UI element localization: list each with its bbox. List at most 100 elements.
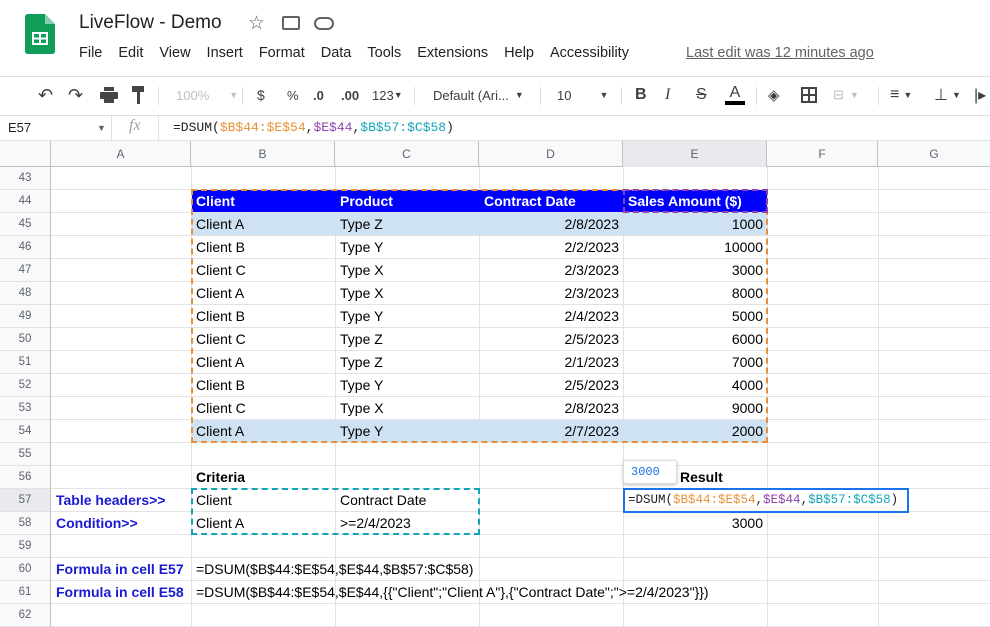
menu-bar: File Edit View Insert Format Data Tools … — [79, 45, 645, 65]
bold-button[interactable]: B — [635, 85, 647, 105]
chevron-down-icon: ▼ — [97, 123, 106, 133]
currency-button[interactable]: $ — [257, 85, 265, 105]
menu-data[interactable]: Data — [321, 45, 352, 65]
column-header-g[interactable]: G — [878, 141, 990, 167]
strikethrough-button[interactable]: S — [696, 85, 707, 105]
row-header[interactable]: 51 — [0, 351, 50, 374]
italic-button[interactable]: I — [665, 85, 670, 105]
row-header[interactable]: 55 — [0, 443, 50, 466]
column-header-f[interactable]: F — [767, 141, 878, 167]
row-header[interactable]: 44 — [0, 190, 50, 213]
active-cell-editor[interactable]: =DSUM($B$44:$E$54,$E$44,$B$57:$C$58) — [623, 488, 909, 513]
increase-decimal-button[interactable]: .00 — [341, 85, 359, 105]
row-header[interactable]: 46 — [0, 236, 50, 259]
result-title[interactable]: Result — [676, 466, 723, 489]
row-header-bar: 43 44 45 46 47 48 49 50 51 52 53 54 55 5… — [0, 167, 51, 627]
last-edit-link[interactable]: Last edit was 12 minutes ago — [686, 45, 874, 61]
criteria-range-highlight — [191, 488, 480, 535]
font-select[interactable]: Default (Ari... ▼ — [433, 85, 524, 105]
formula-prefix: =DSUM( — [173, 120, 220, 135]
column-header-b[interactable]: B — [191, 141, 335, 167]
move-folder-icon[interactable] — [282, 16, 300, 30]
vertical-align-icon[interactable]: ⊥ ▼ — [934, 85, 961, 105]
row-header[interactable]: 47 — [0, 259, 50, 282]
merge-cells-icon[interactable]: ⊟ ▼ — [833, 85, 859, 105]
formula-arg-database: $B$44:$E$54 — [219, 120, 306, 135]
formula-close: ) — [446, 120, 454, 135]
chevron-down-icon: ▼ — [599, 90, 609, 100]
formula-note-text-e58[interactable]: =DSUM($B$44:$E$54,$E$44,{{"Client";"Clie… — [192, 581, 709, 604]
row-header[interactable]: 59 — [0, 535, 50, 558]
formula-arg-criteria: $B$57:$C$58 — [360, 120, 447, 135]
name-box[interactable]: E57 ▼ — [0, 116, 112, 140]
menu-help[interactable]: Help — [504, 45, 534, 65]
row-header[interactable]: 53 — [0, 397, 50, 420]
menu-format[interactable]: Format — [259, 45, 305, 65]
formula-note-label-e58[interactable]: Formula in cell E58 — [52, 581, 184, 604]
chevron-down-icon: ▼ — [849, 90, 859, 100]
formula-input[interactable]: =DSUM($B$44:$E$54,$E$44,$B$57:$C$58) — [158, 116, 990, 140]
print-icon[interactable] — [100, 85, 118, 105]
chevron-down-icon: ▼ — [514, 90, 524, 100]
row-header[interactable]: 49 — [0, 305, 50, 328]
paint-format-icon[interactable] — [132, 85, 146, 105]
menu-file[interactable]: File — [79, 45, 102, 65]
editor-comma: , — [800, 493, 809, 507]
result-value[interactable]: 3000 — [624, 512, 767, 535]
column-header-bar: A B C D E F G — [0, 141, 990, 167]
borders-icon[interactable] — [801, 85, 817, 105]
document-title[interactable]: LiveFlow - Demo — [79, 12, 222, 34]
menu-tools[interactable]: Tools — [367, 45, 401, 65]
zoom-select[interactable]: 100% ▼ — [176, 85, 238, 105]
chevron-down-icon: ▼ — [951, 90, 961, 100]
row-header[interactable]: 52 — [0, 374, 50, 397]
formula-note-text-e57[interactable]: =DSUM($B$44:$E$54,$E$44,$B$57:$C$58) — [192, 558, 473, 581]
redo-icon[interactable]: ↷ — [68, 85, 83, 105]
row-header[interactable]: 48 — [0, 282, 50, 305]
editor-formula-prefix: =DSUM( — [628, 493, 674, 507]
database-range-highlight — [191, 189, 768, 443]
toolbar: ↶ ↷ 100% ▼ $ % .0 .00 123 ▼ Default (Ari..… — [0, 76, 990, 112]
row-header[interactable]: 60 — [0, 558, 50, 581]
formula-note-label-e57[interactable]: Formula in cell E57 — [52, 558, 184, 581]
row-header[interactable]: 54 — [0, 420, 50, 443]
percent-button[interactable]: % — [287, 85, 299, 105]
row-header[interactable]: 50 — [0, 328, 50, 351]
text-color-swatch — [725, 101, 745, 105]
menu-view[interactable]: View — [159, 45, 190, 65]
undo-icon[interactable]: ↶ — [38, 85, 53, 105]
column-header-d[interactable]: D — [479, 141, 623, 167]
menu-accessibility[interactable]: Accessibility — [550, 45, 629, 65]
chevron-down-icon: ▼ — [393, 90, 403, 100]
condition-label[interactable]: Condition>> — [52, 512, 138, 535]
text-wrap-icon[interactable]: |▸ — [974, 85, 986, 105]
column-header-a[interactable]: A — [51, 141, 191, 167]
select-all-corner[interactable] — [0, 141, 51, 167]
column-header-e[interactable]: E — [623, 141, 767, 167]
row-header[interactable]: 57 — [0, 489, 50, 512]
table-headers-label[interactable]: Table headers>> — [52, 489, 165, 512]
font-size-select[interactable]: 10 ▼ — [557, 85, 608, 105]
sheets-logo-icon[interactable] — [25, 14, 55, 54]
horizontal-align-icon[interactable]: ≡ ▼ — [890, 85, 912, 105]
fill-color-icon[interactable]: ◈ — [768, 85, 780, 105]
menu-edit[interactable]: Edit — [118, 45, 143, 65]
text-color-button[interactable]: A — [725, 85, 745, 105]
row-header[interactable]: 62 — [0, 604, 50, 627]
number-format-select[interactable]: 123 ▼ — [372, 85, 403, 105]
row-header[interactable]: 56 — [0, 466, 50, 489]
menu-extensions[interactable]: Extensions — [417, 45, 488, 65]
row-header[interactable]: 43 — [0, 167, 50, 190]
criteria-title[interactable]: Criteria — [192, 466, 245, 489]
row-header[interactable]: 45 — [0, 213, 50, 236]
editor-arg-field: $E$44 — [763, 493, 801, 507]
editor-arg-database: $B$44:$E$54 — [673, 493, 756, 507]
column-header-c[interactable]: C — [335, 141, 479, 167]
row-header[interactable]: 58 — [0, 512, 50, 535]
editor-comma: , — [755, 493, 764, 507]
row-header[interactable]: 61 — [0, 581, 50, 604]
star-icon[interactable]: ☆ — [248, 12, 265, 35]
decrease-decimal-button[interactable]: .0 — [313, 85, 324, 105]
cloud-saved-icon[interactable] — [314, 17, 334, 30]
menu-insert[interactable]: Insert — [207, 45, 243, 65]
